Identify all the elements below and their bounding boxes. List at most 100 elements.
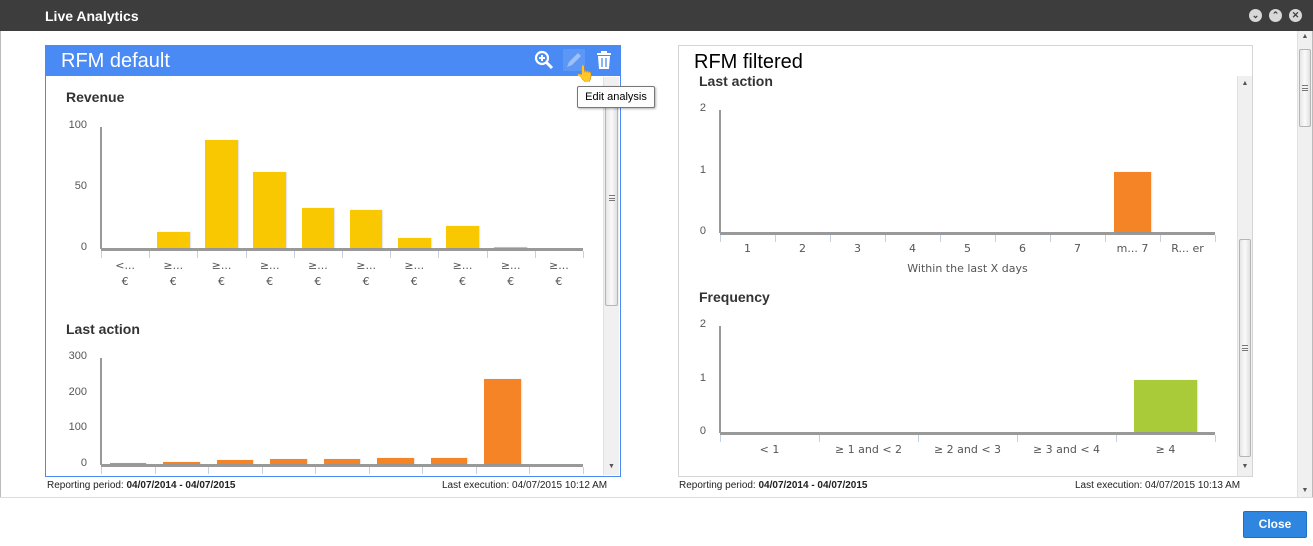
bar[interactable]	[1133, 379, 1198, 432]
bar[interactable]	[446, 225, 479, 248]
bar[interactable]	[397, 238, 431, 248]
y-tick-label: 0	[80, 457, 87, 469]
x-tick-label: ≥... €	[404, 259, 425, 288]
bar[interactable]	[156, 231, 190, 248]
x-tick	[1215, 235, 1216, 242]
hand-cursor-icon: 👆	[575, 66, 595, 83]
y-axis-line	[100, 127, 102, 249]
x-tick-label: ≥... €	[500, 259, 521, 288]
bar[interactable]	[205, 140, 238, 248]
y-tick-label: 0	[699, 225, 706, 237]
x-tick-label: ≥ 2 and < 3	[933, 443, 1002, 456]
x-tick-label: ≥ 3 and < 4	[1032, 443, 1101, 456]
scroll-down-icon[interactable]: ▼	[604, 463, 619, 470]
left-panel-scrollbar[interactable]: ▼	[603, 77, 619, 475]
x-tick-label: ≥ 1 and < 2	[834, 443, 903, 456]
y-tick-label: 1	[699, 371, 706, 384]
chart-title-last-action: Last action	[66, 321, 140, 337]
bar[interactable]	[349, 209, 383, 248]
y-tick-label: 300	[68, 350, 87, 362]
delete-icon[interactable]	[593, 49, 615, 71]
x-tick-label: <... €	[115, 259, 135, 288]
x-tick	[149, 251, 151, 258]
x-tick	[775, 235, 776, 242]
x-tick-label: ≥... €	[549, 259, 569, 288]
close-button[interactable]: Close	[1243, 511, 1307, 538]
x-tick	[342, 251, 343, 258]
x-tick-label: 7	[1074, 242, 1081, 255]
x-tick-label: 4	[909, 242, 916, 255]
y-tick-label: 2	[699, 318, 706, 330]
bar[interactable]	[377, 458, 414, 464]
x-tick	[154, 467, 156, 474]
bar[interactable]	[270, 459, 307, 464]
x-tick	[315, 467, 317, 474]
maximize-icon[interactable]: ⌃	[1269, 9, 1282, 22]
y-tick-label: 0	[80, 241, 87, 253]
outer-scrollbar[interactable]: ▲ ▼	[1297, 31, 1312, 497]
scroll-down-icon[interactable]: ▼	[1238, 463, 1252, 470]
y-tick-label: 0	[699, 425, 706, 437]
y-axis-line	[719, 326, 721, 433]
y-tick-label: 2	[699, 102, 706, 114]
bar[interactable]	[1114, 171, 1151, 232]
x-axis-line	[101, 464, 583, 467]
x-tick	[208, 467, 210, 474]
scroll-up-icon[interactable]: ▲	[1298, 33, 1312, 40]
bar[interactable]	[253, 172, 287, 248]
x-tick	[583, 251, 584, 258]
scroll-down-icon[interactable]: ▼	[1298, 487, 1312, 494]
bar[interactable]	[430, 458, 468, 464]
bar[interactable]	[301, 207, 335, 248]
bar[interactable]	[109, 463, 146, 464]
bar[interactable]	[216, 460, 254, 464]
scrollbar-thumb[interactable]	[1239, 239, 1251, 457]
x-tick-label: 5	[964, 242, 971, 255]
x-tick	[1215, 435, 1216, 442]
zoom-in-icon[interactable]	[533, 49, 555, 71]
x-tick	[1105, 235, 1106, 242]
x-tick	[995, 235, 996, 242]
scroll-up-icon[interactable]: ▲	[1238, 80, 1252, 87]
scrollbar-thumb[interactable]	[605, 90, 618, 306]
bar[interactable]	[494, 246, 528, 248]
x-axis-line	[720, 232, 1215, 235]
x-tick	[830, 235, 831, 242]
x-tick	[475, 467, 477, 474]
close-icon[interactable]: ✕	[1289, 9, 1302, 22]
bar[interactable]	[323, 459, 361, 464]
x-tick-label: 6	[1019, 242, 1026, 255]
panel-title: RFM default	[61, 50, 170, 72]
x-tick	[1116, 435, 1117, 442]
reporting-period: Reporting period: 04/07/2014 - 04/07/201…	[47, 480, 236, 491]
x-tick	[101, 251, 102, 258]
x-tick	[438, 251, 440, 258]
x-tick-label: R... er	[1171, 242, 1204, 255]
x-tick	[368, 467, 370, 474]
x-tick	[101, 467, 102, 474]
y-tick-label: 100	[68, 119, 87, 131]
x-tick-label: m... 7	[1116, 242, 1149, 255]
last-execution: Last execution: 04/07/2015 10:12 AM	[442, 480, 608, 491]
panel-title: RFM filtered	[694, 51, 803, 73]
x-tick	[885, 235, 886, 242]
chart-title-last-action: Last action	[699, 73, 773, 89]
x-tick-label: 2	[799, 242, 806, 255]
window-titlebar: Live Analytics	[0, 0, 1313, 31]
y-axis-line	[100, 358, 102, 465]
minimize-icon[interactable]: ⌄	[1249, 9, 1262, 22]
x-tick	[245, 251, 247, 258]
bar[interactable]	[484, 379, 521, 464]
y-tick-label: 50	[74, 180, 87, 192]
scrollbar-thumb[interactable]	[1299, 49, 1311, 127]
y-tick-label: 100	[68, 421, 87, 434]
x-tick	[422, 467, 424, 474]
bar[interactable]	[163, 462, 200, 464]
x-tick-label: ≥... €	[163, 259, 184, 288]
x-tick	[940, 235, 941, 242]
x-tick-label: ≥... €	[356, 259, 376, 288]
chart-title-frequency: Frequency	[699, 289, 770, 305]
dialog-footer	[0, 497, 1313, 546]
right-panel-scrollbar[interactable]: ▲ ▼	[1237, 76, 1252, 476]
x-tick-label: ≥ 4	[1155, 443, 1176, 456]
